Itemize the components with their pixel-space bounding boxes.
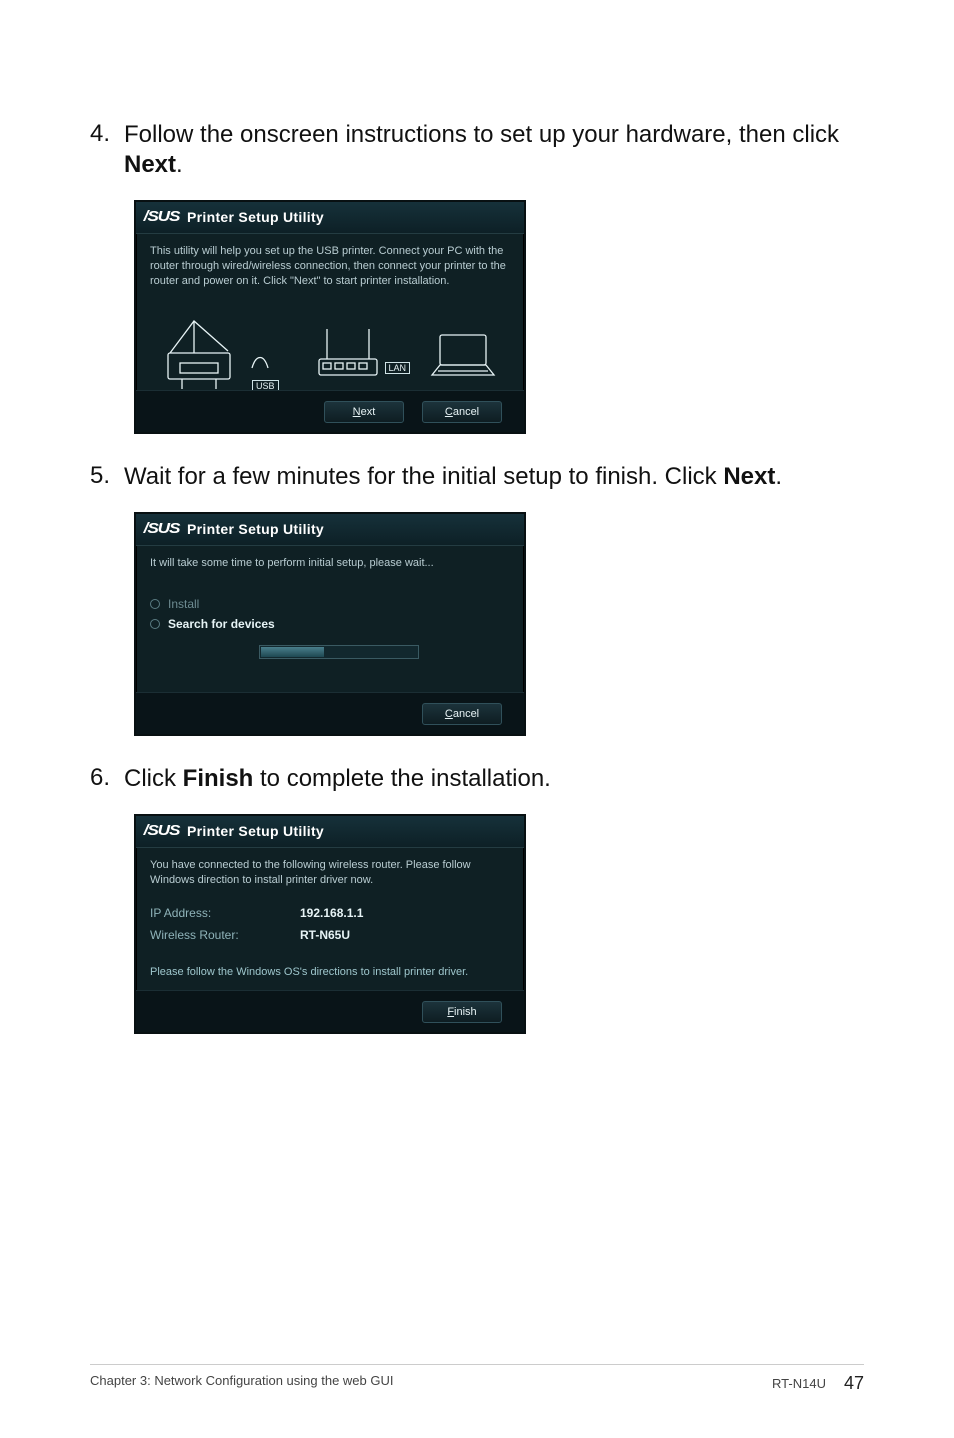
kv-wireless-router: Wireless Router: RT-N65U [150, 928, 510, 942]
dialog-description: It will take some time to perform initia… [150, 556, 510, 571]
dialog-description: This utility will help you set up the US… [150, 244, 510, 289]
step-4: 4. Follow the onscreen instructions to s… [90, 120, 864, 180]
step-6-text: Click Finish to complete the installatio… [124, 764, 551, 794]
screenshot-printer-setup-1: /SUS Printer Setup Utility This utility … [134, 200, 526, 434]
footer-model: RT-N14U [772, 1376, 826, 1391]
dialog-title: Printer Setup Utility [187, 823, 324, 839]
dialog-button-bar: Next Cancel [136, 390, 524, 432]
radio-search-label: Search for devices [168, 617, 275, 631]
screenshot-printer-setup-2: /SUS Printer Setup Utility It will take … [134, 512, 526, 736]
radio-install-label: Install [168, 597, 199, 611]
kv-ip-address: IP Address: 192.168.1.1 [150, 906, 510, 920]
cancel-button[interactable]: Cancel [422, 401, 502, 423]
step-5-number: 5. [90, 462, 124, 492]
dialog-titlebar: /SUS Printer Setup Utility [136, 202, 524, 234]
step-5: 5. Wait for a few minutes for the initia… [90, 462, 864, 492]
dialog-title: Printer Setup Utility [187, 209, 324, 225]
dialog-button-bar: Cancel [136, 692, 524, 734]
cable-icon [250, 334, 270, 374]
cancel-button-hotkey: C [445, 406, 453, 418]
radio-dot-icon [150, 599, 160, 609]
lan-label: LAN [385, 362, 411, 374]
dialog-titlebar: /SUS Printer Setup Utility [136, 514, 524, 546]
cancel-button[interactable]: Cancel [422, 703, 502, 725]
step-6: 6. Click Finish to complete the installa… [90, 764, 864, 794]
dialog-titlebar: /SUS Printer Setup Utility [136, 816, 524, 848]
step-6-text-a: Click [124, 765, 183, 792]
radio-dot-icon [150, 619, 160, 629]
radio-search-devices[interactable]: Search for devices [150, 617, 510, 631]
progress-bar [259, 645, 419, 659]
page-footer: Chapter 3: Network Configuration using t… [90, 1364, 864, 1394]
cancel-button-hotkey: C [445, 708, 453, 720]
step-4-text: Follow the onscreen instructions to set … [124, 120, 864, 180]
step-5-text-a: Wait for a few minutes for the initial s… [124, 463, 723, 490]
next-button-rest: ext [361, 406, 376, 418]
finish-button-rest: inish [454, 1006, 477, 1018]
asus-logo: /SUS [144, 520, 180, 537]
printer-icon [158, 315, 244, 393]
step-5-bold: Next [723, 463, 775, 490]
step-4-text-a: Follow the onscreen instructions to set … [124, 121, 839, 148]
router-icon [309, 315, 387, 393]
radio-install[interactable]: Install [150, 597, 510, 611]
cancel-button-rest: ancel [453, 406, 479, 418]
wireless-router-value: RT-N65U [300, 928, 350, 942]
step-5-text-b: . [775, 463, 782, 490]
next-button[interactable]: Next [324, 401, 404, 423]
step-6-number: 6. [90, 764, 124, 794]
step-4-bold: Next [124, 151, 176, 178]
step-4-number: 4. [90, 120, 124, 180]
finish-button[interactable]: Finish [422, 1001, 502, 1023]
asus-logo: /SUS [144, 822, 180, 839]
step-6-bold: Finish [183, 765, 254, 792]
asus-logo: /SUS [144, 208, 180, 225]
wireless-router-label: Wireless Router: [150, 928, 270, 942]
cancel-button-rest: ancel [453, 708, 479, 720]
screenshot-printer-setup-3: /SUS Printer Setup Utility You have conn… [134, 814, 526, 1034]
dialog-description: You have connected to the following wire… [150, 858, 510, 888]
step-4-text-b: . [176, 151, 183, 178]
ip-address-label: IP Address: [150, 906, 270, 920]
dialog-title: Printer Setup Utility [187, 521, 324, 537]
next-button-hotkey: N [353, 406, 361, 418]
step-6-text-b: to complete the installation. [253, 765, 551, 792]
footer-chapter: Chapter 3: Network Configuration using t… [90, 1373, 394, 1394]
step-5-text: Wait for a few minutes for the initial s… [124, 462, 782, 492]
laptop-icon [424, 315, 502, 393]
ip-address-value: 192.168.1.1 [300, 906, 363, 920]
dialog-button-bar: Finish [136, 990, 524, 1032]
dialog-note: Please follow the Windows OS's direction… [150, 966, 510, 978]
footer-page-number: 47 [844, 1373, 864, 1394]
